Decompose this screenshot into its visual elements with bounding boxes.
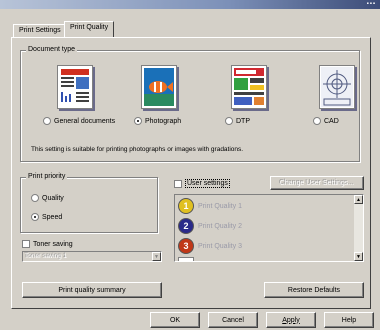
help-button[interactable]: Help — [324, 312, 374, 328]
general-documents-radio[interactable]: General documents — [43, 117, 115, 125]
photograph-icon[interactable] — [141, 65, 177, 109]
list-item[interactable]: 3 Print Quality 3 — [178, 238, 242, 254]
chevron-down-icon[interactable]: ▼ — [152, 252, 161, 261]
general-documents-icon[interactable] — [57, 65, 93, 109]
toner-saving-label: Toner saving — [33, 240, 73, 248]
ok-button[interactable]: OK — [150, 312, 200, 328]
document-type-description: This setting is suitable for printing ph… — [31, 146, 244, 153]
scroll-down-icon[interactable]: ▼ — [354, 252, 363, 261]
list-item[interactable]: 2 Print Quality 2 — [178, 218, 242, 234]
photograph-label: Photograph — [145, 117, 182, 125]
list-item-partial[interactable] — [178, 257, 194, 261]
dtp-label: DTP — [236, 117, 250, 125]
speed-label: Speed — [42, 213, 63, 221]
user-settings-list[interactable]: 1 Print Quality 1 2 Print Quality 2 3 Pr… — [174, 194, 364, 262]
apply-button[interactable]: Apply — [266, 312, 316, 328]
radio-indicator — [313, 117, 321, 125]
speed-radio[interactable]: Speed — [31, 213, 62, 221]
radio-indicator — [43, 117, 51, 125]
list-item-label: Print Quality 3 — [198, 242, 242, 250]
checkbox-box — [22, 240, 30, 248]
cad-radio[interactable]: CAD — [313, 117, 339, 125]
toner-saving-checkbox[interactable]: Toner saving — [22, 240, 73, 248]
quality-label: Quality — [42, 194, 64, 202]
print-priority-label: Print priority — [26, 173, 68, 180]
quality-1-icon: 1 — [178, 198, 194, 214]
quality-3-icon: 3 — [178, 238, 194, 254]
tab-print-settings[interactable]: Print Settings — [13, 24, 67, 37]
checkbox-box — [174, 179, 182, 188]
radio-indicator-selected — [134, 117, 142, 125]
restore-defaults-button[interactable]: Restore Defaults — [264, 282, 364, 298]
document-type-label: Document type — [26, 46, 78, 53]
change-user-settings-button[interactable]: Change User Settings... — [270, 176, 364, 190]
cad-label: CAD — [324, 117, 339, 125]
print-quality-summary-button[interactable]: Print quality summary — [22, 282, 162, 298]
custom-settings-icon — [178, 257, 194, 261]
dtp-icon[interactable] — [231, 65, 267, 109]
general-documents-label: General documents — [54, 117, 116, 125]
document-type-group: Document type General documents Photogra… — [20, 46, 360, 162]
radio-indicator-selected — [31, 213, 39, 221]
quality-2-icon: 2 — [178, 218, 194, 234]
photograph-radio[interactable]: Photograph — [134, 117, 181, 125]
scroll-up-icon[interactable]: ▲ — [354, 195, 363, 204]
radio-indicator — [31, 194, 39, 202]
dtp-radio[interactable]: DTP — [225, 117, 250, 125]
print-quality-panel: Document type General documents Photogra… — [11, 37, 371, 309]
list-item[interactable]: 1 Print Quality 1 — [178, 198, 242, 214]
list-item-label: Print Quality 1 — [198, 202, 242, 210]
title-bar: ▪▪▪ — [0, 0, 380, 9]
apply-label: Apply — [282, 316, 300, 324]
cancel-button[interactable]: Cancel — [208, 312, 258, 328]
window-controls-icon[interactable]: ▪▪▪ — [356, 1, 376, 7]
print-priority-group: Print priority Quality Speed — [20, 173, 158, 233]
quality-radio[interactable]: Quality — [31, 194, 64, 202]
user-settings-scrollbar[interactable]: ▲ ▼ — [354, 195, 363, 261]
radio-indicator — [225, 117, 233, 125]
list-item-label: Print Quality 2 — [198, 222, 242, 230]
user-settings-checkbox[interactable]: User settings — [174, 179, 230, 188]
user-settings-label: User settings — [185, 179, 230, 188]
tab-print-quality[interactable]: Print Quality — [64, 21, 115, 37]
toner-saving-select[interactable]: Toner saving 1 ▼ — [22, 251, 162, 262]
cad-icon[interactable] — [319, 65, 355, 109]
toner-saving-select-value: Toner saving 1 — [25, 253, 68, 260]
